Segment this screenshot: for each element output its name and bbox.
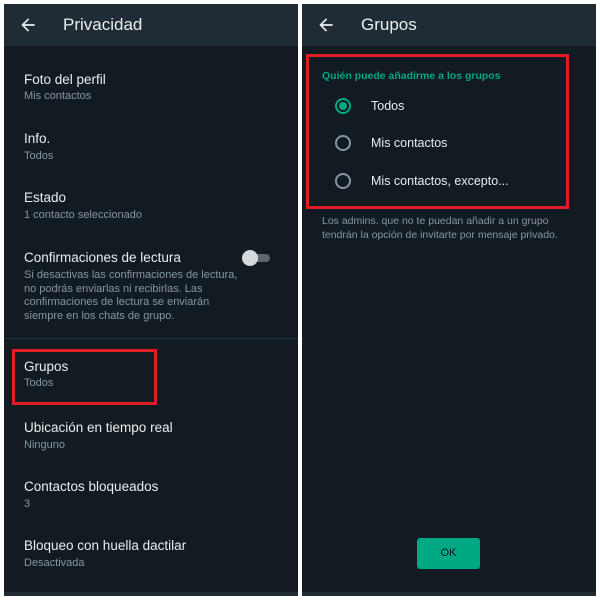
setting-value: Mis contactos xyxy=(24,90,92,102)
setting-title: Confirmaciones de lectura xyxy=(24,250,181,265)
setting-title: Ubicación en tiempo real xyxy=(24,420,173,435)
setting-title: Estado xyxy=(24,190,67,205)
top-app-bar: Grupos xyxy=(302,4,596,46)
setting-fingerprint-lock[interactable]: Bloqueo con huella dactilar Desactivada xyxy=(4,530,298,580)
setting-blocked-contacts[interactable]: Contactos bloqueados 3 xyxy=(4,471,298,521)
highlight-box xyxy=(306,54,569,209)
page-title: Privacidad xyxy=(63,15,143,34)
page-title: Grupos xyxy=(361,15,417,34)
groups-screen: Grupos Quién puede añadirme a los grupos… xyxy=(302,4,596,596)
setting-profile-photo[interactable]: Foto del perfil Mis contactos xyxy=(4,62,298,112)
navigation-bar xyxy=(4,592,298,596)
setting-description: Si desactivas las confirmaciones de lect… xyxy=(24,269,238,322)
toggle-knob xyxy=(242,250,258,266)
setting-value: Todos xyxy=(24,150,54,162)
read-receipts-toggle[interactable] xyxy=(242,249,272,267)
highlight-box xyxy=(12,349,157,405)
setting-title: Contactos bloqueados xyxy=(24,479,159,494)
setting-title: Bloqueo con huella dactilar xyxy=(24,538,187,553)
setting-value: Ninguno xyxy=(24,439,65,451)
back-arrow-icon[interactable] xyxy=(18,15,38,35)
navigation-bar xyxy=(302,592,596,596)
setting-status[interactable]: Estado 1 contacto seleccionado xyxy=(4,182,298,232)
setting-value: 1 contacto seleccionado xyxy=(24,209,143,221)
privacy-screen: Privacidad Foto del perfil Mis contactos… xyxy=(4,4,298,596)
setting-info[interactable]: Info. Todos xyxy=(4,122,298,172)
setting-value: Desactivada xyxy=(24,557,85,569)
ok-button[interactable]: OK xyxy=(417,538,480,569)
back-arrow-icon[interactable] xyxy=(316,15,336,35)
top-app-bar: Privacidad xyxy=(4,4,298,46)
setting-title: Foto del perfil xyxy=(24,72,106,87)
info-note: Los admins. que no te puedan añadir a un… xyxy=(322,215,558,241)
setting-title: Info. xyxy=(24,131,51,146)
setting-value: 3 xyxy=(24,498,31,510)
divider xyxy=(4,338,298,339)
setting-live-location[interactable]: Ubicación en tiempo real Ninguno xyxy=(4,412,298,462)
